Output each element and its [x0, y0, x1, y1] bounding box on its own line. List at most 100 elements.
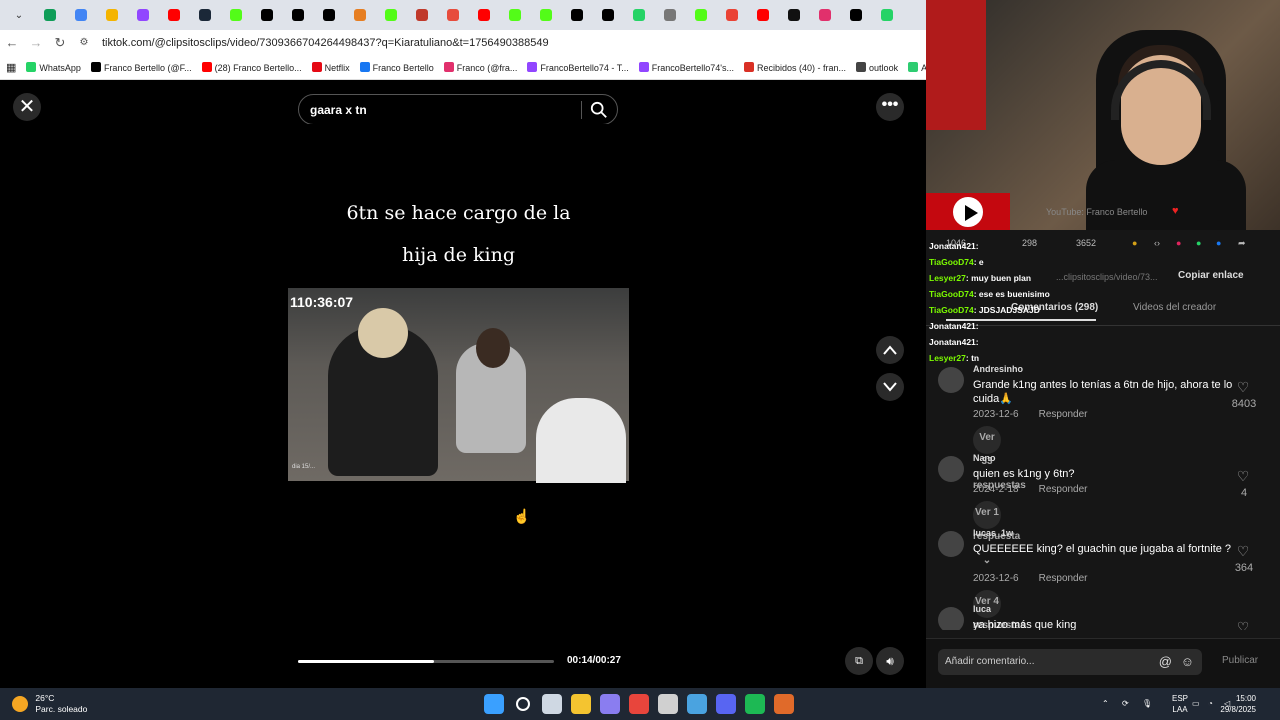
wifi-icon[interactable]: ◔: [1208, 699, 1213, 708]
spotify-icon[interactable]: [745, 694, 765, 714]
previous-video-button[interactable]: [876, 336, 904, 364]
bookmark-item[interactable]: WhatsApp: [26, 61, 81, 73]
heart-outline-icon[interactable]: ♡: [1228, 543, 1258, 560]
search-input[interactable]: gaara x tn: [310, 103, 367, 117]
bookmark-item[interactable]: Aler: [908, 61, 926, 73]
clock[interactable]: 15:00 29/8/2025: [1220, 693, 1256, 715]
avatar[interactable]: [938, 531, 964, 557]
tab-kick-icon[interactable]: [502, 6, 528, 24]
app-icon[interactable]: [600, 694, 620, 714]
avatar[interactable]: [938, 456, 964, 482]
bookmark-item[interactable]: Franco (@fra...: [443, 61, 517, 73]
tab-x-icon[interactable]: [564, 6, 590, 24]
chrome-icon[interactable]: [629, 694, 649, 714]
comment-username[interactable]: Nano: [973, 453, 996, 463]
tab-wiki-icon[interactable]: [657, 6, 683, 24]
search-box[interactable]: gaara x tn: [298, 94, 618, 125]
tab-sheets-icon[interactable]: [37, 6, 63, 24]
tab-docs-icon[interactable]: [68, 6, 94, 24]
chevron-up-icon[interactable]: ⌃: [1102, 699, 1109, 708]
publish-button[interactable]: Publicar: [1222, 655, 1258, 666]
explorer-icon[interactable]: [571, 694, 591, 714]
tab-youtube-icon[interactable]: [471, 6, 497, 24]
forward-icon[interactable]: →: [24, 35, 48, 50]
share-arrow-icon[interactable]: ➦: [1238, 238, 1246, 249]
apps-grid-icon[interactable]: ▦: [6, 61, 16, 74]
copy-link-button[interactable]: Copiar enlace: [1178, 270, 1244, 281]
tab-kick-icon[interactable]: [223, 6, 249, 24]
steam-icon[interactable]: [687, 694, 707, 714]
taskview-icon[interactable]: [542, 694, 562, 714]
heart-outline-icon[interactable]: ♡: [1228, 379, 1258, 396]
app3-icon[interactable]: [774, 694, 794, 714]
comment-input[interactable]: Añadir comentario... @ ☺: [938, 649, 1202, 675]
tab-flashscore-icon[interactable]: [409, 6, 435, 24]
embed-icon[interactable]: ‹›: [1154, 238, 1160, 248]
tab-tiktok-icon[interactable]: [781, 6, 807, 24]
volume-button[interactable]: 🔊︎: [876, 647, 904, 675]
tab-game-icon[interactable]: [347, 6, 373, 24]
view-replies-button[interactable]: Ver 1 respuesta ⌄: [973, 501, 1020, 566]
video-progress-bar[interactable]: [298, 660, 554, 663]
close-button[interactable]: ✕: [13, 93, 41, 121]
mention-icon[interactable]: @: [1159, 649, 1172, 675]
next-video-button[interactable]: [876, 373, 904, 401]
start-icon[interactable]: [484, 694, 504, 714]
tab-whatsapp-icon[interactable]: [626, 6, 652, 24]
tab-ubersuggest-icon[interactable]: [440, 6, 466, 24]
tab-maps-icon[interactable]: [719, 6, 745, 24]
bookmark-item[interactable]: Franco Bertello: [359, 61, 434, 73]
bookmark-item[interactable]: outlook: [856, 61, 898, 73]
site-info-icon[interactable]: ⚙: [72, 37, 96, 48]
tab-x-icon[interactable]: [843, 6, 869, 24]
tab-youtube-icon[interactable]: [161, 6, 187, 24]
avatar[interactable]: [938, 607, 964, 630]
tab-youtube-icon[interactable]: [750, 6, 776, 24]
reply-button[interactable]: Responder: [1039, 573, 1088, 584]
app2-icon[interactable]: [658, 694, 678, 714]
search-icon[interactable]: [590, 101, 608, 119]
tab-steam-icon[interactable]: [192, 6, 218, 24]
language-indicator[interactable]: ESP LAA: [1172, 693, 1188, 715]
comment-username[interactable]: luca: [973, 604, 991, 614]
bookmark-item[interactable]: Netflix: [311, 61, 350, 73]
heart-outline-icon[interactable]: ♡: [1228, 619, 1258, 630]
reply-button[interactable]: Responder: [1039, 484, 1088, 495]
comment-username[interactable]: Andresinho: [973, 364, 1023, 374]
avatar[interactable]: [938, 367, 964, 393]
discord-icon[interactable]: [716, 694, 736, 714]
tray-app-icon[interactable]: ⟳: [1122, 699, 1129, 708]
reply-button[interactable]: Responder: [1039, 409, 1088, 420]
video-player[interactable]: 6tn se hace cargo de la hija de king 110…: [288, 124, 629, 688]
view-replies-button[interactable]: Ver 33 respuestas ⌄: [973, 426, 1026, 515]
tab-dropdown-icon[interactable]: ⌄: [6, 6, 32, 24]
tab-x-icon[interactable]: [595, 6, 621, 24]
floating-player-button[interactable]: ⧉: [845, 647, 873, 675]
bookmark-item[interactable]: Recibidos (40) - fran...: [744, 61, 846, 73]
tab-twitter-icon[interactable]: [254, 6, 280, 24]
more-options-button[interactable]: •••: [876, 93, 904, 121]
tab-twitch-icon[interactable]: [130, 6, 156, 24]
facebook-share-icon[interactable]: ●: [1216, 238, 1221, 248]
heart-outline-icon[interactable]: ♡: [1228, 468, 1258, 485]
tab-whatsapp-icon[interactable]: [874, 6, 900, 24]
reload-icon[interactable]: ↻: [48, 35, 72, 51]
comment-username[interactable]: lucas_1w: [973, 528, 1013, 538]
bookmark-item[interactable]: (28) Franco Bertello...: [201, 61, 302, 73]
mic-icon[interactable]: 🎙︎: [1142, 699, 1152, 708]
tab-instagram-icon[interactable]: [812, 6, 838, 24]
emoji-icon[interactable]: ☺: [1181, 649, 1194, 675]
back-icon[interactable]: ←: [0, 35, 24, 50]
tab-drive-icon[interactable]: [99, 6, 125, 24]
url-field[interactable]: tiktok.com/@clipsitosclips/video/7309366…: [102, 37, 549, 49]
tab-x-icon[interactable]: [316, 6, 342, 24]
weather-widget[interactable]: 26°C Parc. soleado: [12, 693, 87, 715]
bookmark-item[interactable]: Franco Bertello (@F...: [90, 61, 192, 73]
whatsapp-share-icon[interactable]: ●: [1196, 238, 1201, 248]
bookmark-item[interactable]: FrancoBertello74's...: [638, 61, 734, 73]
tab-x-icon[interactable]: [285, 6, 311, 24]
tab-kick-icon[interactable]: [688, 6, 714, 24]
bookmark-item[interactable]: FrancoBertello74 - T...: [527, 61, 629, 73]
share-app-icon[interactable]: ●: [1176, 238, 1181, 248]
tab-kick-icon[interactable]: [533, 6, 559, 24]
